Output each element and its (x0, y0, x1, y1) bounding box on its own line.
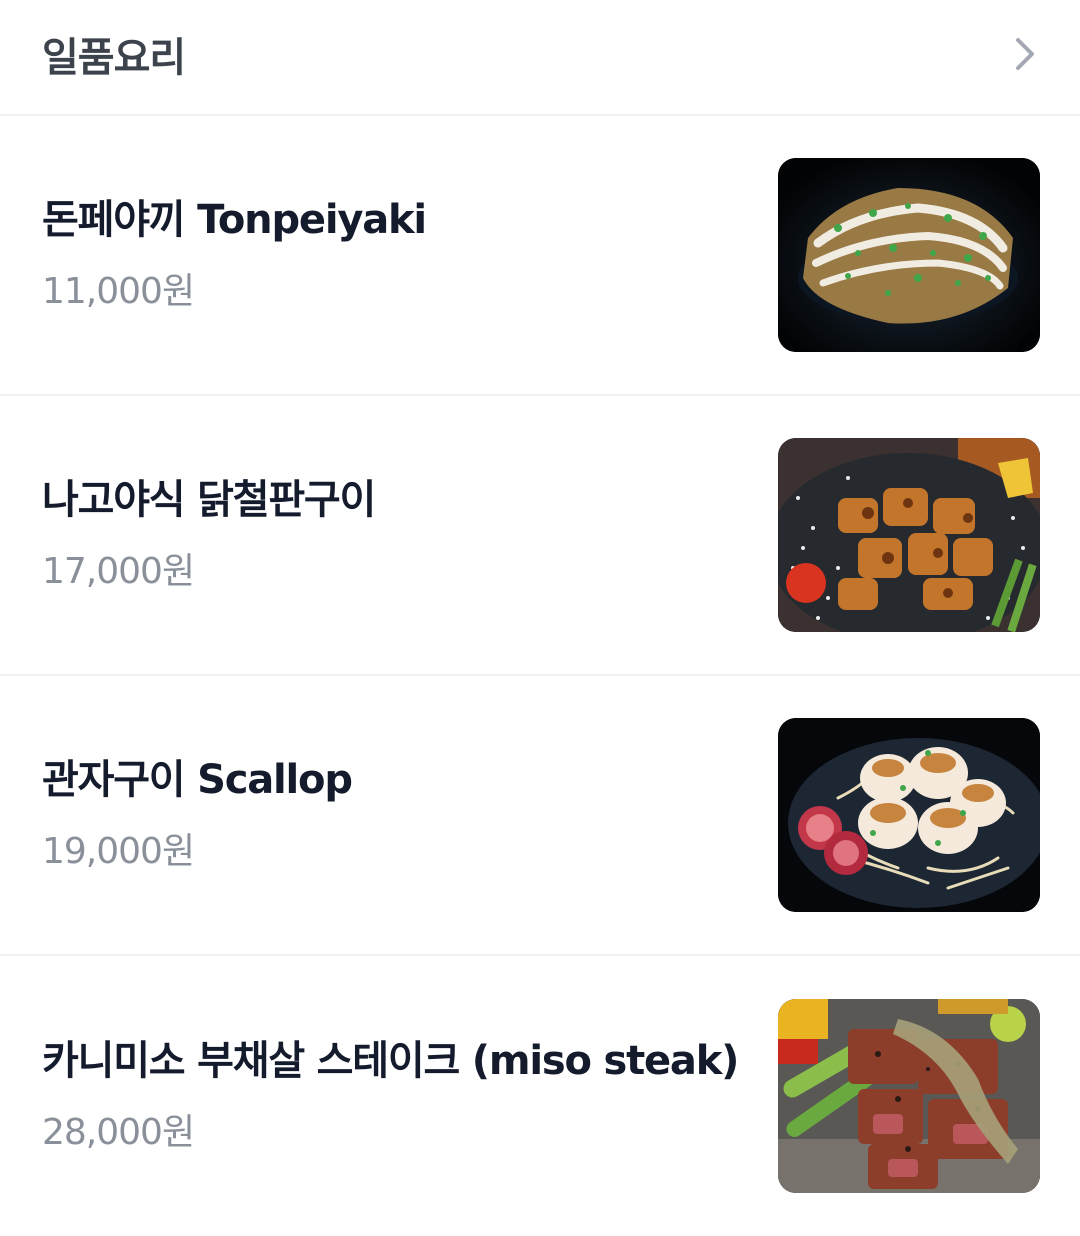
menu-item-name: 나고야식 닭철판구이 (42, 477, 376, 523)
menu-item-miso-steak[interactable]: 카니미소 부채살 스테이크 (miso steak) 28,000원 (0, 956, 1080, 1236)
menu-item-info: 돈페야끼 Tonpeiyaki 11,000원 (42, 196, 427, 314)
menu-item-price: 19,000원 (42, 831, 195, 872)
menu-item-photo[interactable] (778, 158, 1040, 352)
menu-item-info: 나고야식 닭철판구이 17,000원 (42, 476, 376, 594)
menu-item-info: 카니미소 부채살 스테이크 (miso steak) 28,000원 (42, 1037, 739, 1155)
menu-item-price: 11,000원 (42, 271, 195, 312)
menu-item-price: 28,000원 (42, 1112, 195, 1153)
section-header[interactable]: 일품요리 (0, 0, 1080, 116)
menu-item-photo[interactable] (778, 999, 1040, 1193)
menu-item-tonpeiyaki[interactable]: 돈페야끼 Tonpeiyaki 11,000원 (0, 116, 1080, 396)
menu-item-scallop[interactable]: 관자구이 Scallop 19,000원 (0, 676, 1080, 956)
menu-item-name: 관자구이 Scallop (42, 757, 353, 803)
menu-item-chicken-teppan[interactable]: 나고야식 닭철판구이 17,000원 (0, 396, 1080, 676)
menu-item-name: 돈페야끼 Tonpeiyaki (42, 197, 427, 243)
chevron-right-icon[interactable] (1010, 34, 1040, 74)
menu-item-info: 관자구이 Scallop 19,000원 (42, 756, 353, 874)
menu-list: 돈페야끼 Tonpeiyaki 11,000원 나고야식 닭철판구이 17,00… (0, 116, 1080, 1236)
menu-item-photo[interactable] (778, 718, 1040, 912)
menu-item-price: 17,000원 (42, 551, 195, 592)
section-title: 일품요리 (42, 35, 186, 81)
menu-item-photo[interactable] (778, 438, 1040, 632)
menu-item-name: 카니미소 부채살 스테이크 (miso steak) (42, 1038, 739, 1084)
